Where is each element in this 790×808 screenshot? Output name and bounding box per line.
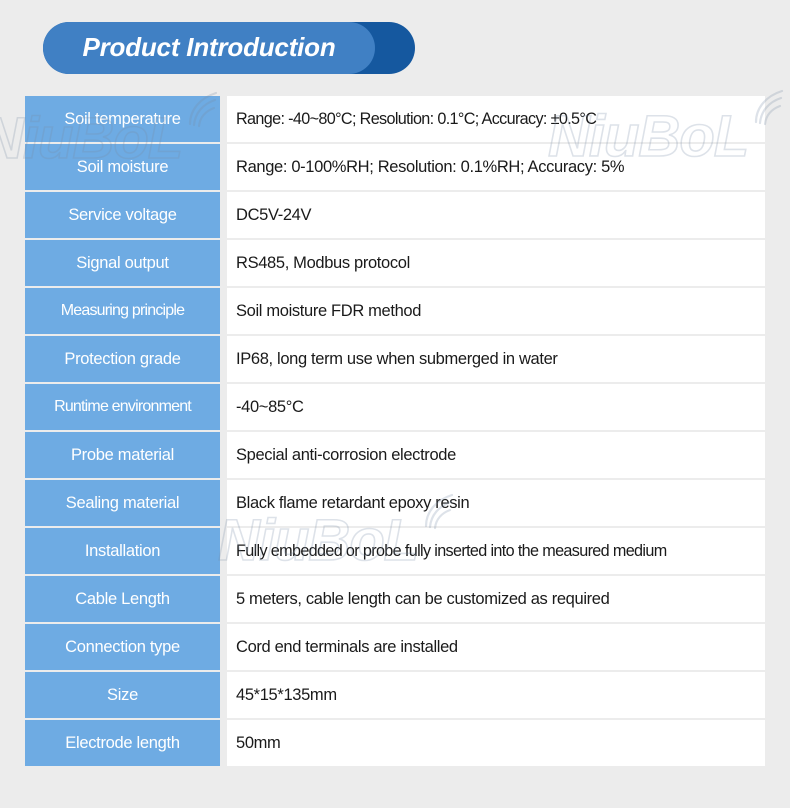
spec-value-cell: -40~85°C — [227, 384, 765, 430]
table-row: Soil moisture Range: 0-100%RH; Resolution… — [25, 144, 765, 190]
table-row: Signal output RS485, Modbus protocol — [25, 240, 765, 286]
spec-label-cell: Electrode length — [25, 720, 220, 766]
table-row: Service voltage DC5V-24V — [25, 192, 765, 238]
spec-label-cell: Measuring principle — [25, 288, 220, 334]
table-row: Measuring principle Soil moisture FDR met… — [25, 288, 765, 334]
spec-label-cell: Size — [25, 672, 220, 718]
spec-label-cell: Runtime environment — [25, 384, 220, 430]
spec-label-cell: Installation — [25, 528, 220, 574]
spec-value-cell: Range: -40~80°C; Resolution: 0.1°C; Accu… — [227, 96, 765, 142]
spec-label-cell: Soil temperature — [25, 96, 220, 142]
table-row: Runtime environment -40~85°C — [25, 384, 765, 430]
spec-label-cell: Cable Length — [25, 576, 220, 622]
spec-value-cell: 5 meters, cable length can be customized… — [227, 576, 765, 622]
spec-value-cell: Black flame retardant epoxy resin — [227, 480, 765, 526]
header-pill-foreground: Product Introduction — [43, 22, 375, 74]
spec-label-cell: Sealing material — [25, 480, 220, 526]
spec-value-cell: 45*15*135mm — [227, 672, 765, 718]
table-row: Connection type Cord end terminals are in… — [25, 624, 765, 670]
page-header-banner: Product Introduction — [43, 22, 415, 74]
table-row: Sealing material Black flame retardant ep… — [25, 480, 765, 526]
spec-label-cell: Protection grade — [25, 336, 220, 382]
table-row: Installation Fully embedded or probe full… — [25, 528, 765, 574]
spec-value-cell: Special anti-corrosion electrode — [227, 432, 765, 478]
table-row: Protection grade IP68, long term use when… — [25, 336, 765, 382]
spec-label-cell: Connection type — [25, 624, 220, 670]
spec-label-cell: Service voltage — [25, 192, 220, 238]
spec-value-cell: IP68, long term use when submerged in wa… — [227, 336, 765, 382]
spec-label-cell: Soil moisture — [25, 144, 220, 190]
product-specification-table: Soil temperature Range: -40~80°C; Resolut… — [25, 96, 765, 766]
table-row: Cable Length 5 meters, cable length can b… — [25, 576, 765, 622]
table-row: Electrode length 50mm — [25, 720, 765, 766]
spec-value-cell: Range: 0-100%RH; Resolution: 0.1%RH; Acc… — [227, 144, 765, 190]
spec-value-cell: Fully embedded or probe fully inserted i… — [227, 528, 765, 574]
spec-value-cell: Soil moisture FDR method — [227, 288, 765, 334]
page-title: Product Introduction — [82, 32, 336, 62]
table-row: Probe material Special anti-corrosion ele… — [25, 432, 765, 478]
table-row: Size 45*15*135mm — [25, 672, 765, 718]
spec-value-cell: Cord end terminals are installed — [227, 624, 765, 670]
table-row: Soil temperature Range: -40~80°C; Resolut… — [25, 96, 765, 142]
spec-value-cell: RS485, Modbus protocol — [227, 240, 765, 286]
spec-label-cell: Probe material — [25, 432, 220, 478]
spec-value-cell: DC5V-24V — [227, 192, 765, 238]
spec-value-cell: 50mm — [227, 720, 765, 766]
spec-label-cell: Signal output — [25, 240, 220, 286]
